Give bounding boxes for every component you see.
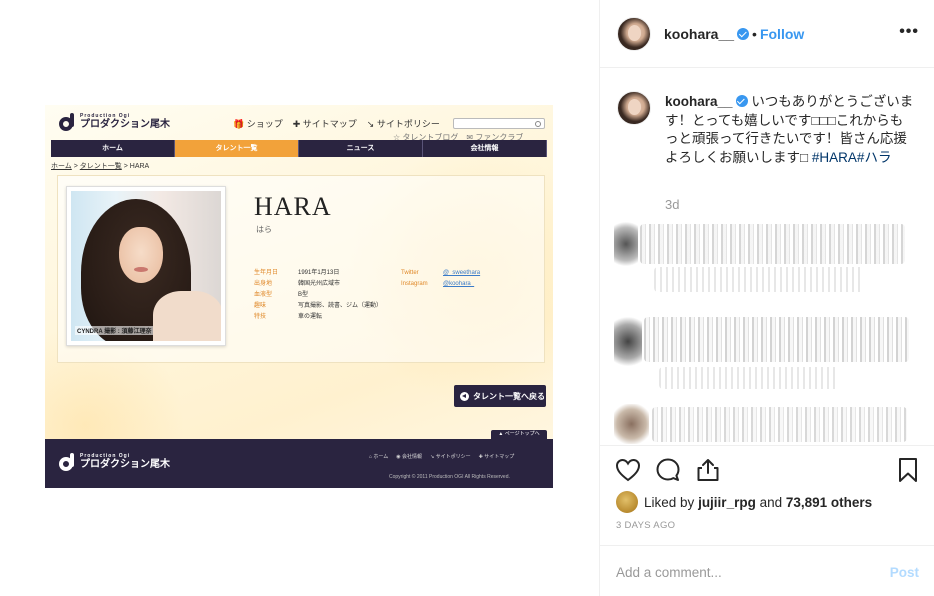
site-link-sitemap: ✚ サイトマップ — [292, 119, 357, 129]
logo-mark-icon — [59, 453, 77, 471]
heart-icon[interactable] — [614, 456, 642, 484]
verified-badge-icon — [737, 28, 750, 40]
likes-line: Liked by jujiir_rpg and 73,891 others — [616, 491, 872, 513]
post-side-panel: koohara__ • Follow ••• koohara__ いつもありがとうご… — [599, 0, 934, 596]
caption-age[interactable]: 3d — [665, 197, 679, 212]
site-link-policy: ↘ サイトポリシー — [366, 119, 440, 129]
talent-kana: はら — [256, 225, 272, 234]
site-nav-talents: タレント一覧 — [175, 140, 299, 157]
follow-button[interactable]: Follow — [760, 26, 804, 42]
site-nav-home: ホーム — [51, 140, 175, 157]
arrow-left-icon — [460, 391, 469, 401]
liker-avatar[interactable] — [616, 491, 638, 513]
header-user-line: koohara__ • Follow — [664, 26, 804, 42]
separator-dot: • — [752, 26, 757, 42]
caption-username[interactable]: koohara__ — [665, 94, 733, 109]
add-comment-bar: Add a comment... Post — [600, 545, 934, 596]
site-breadcrumb: ホーム > タレント一覧 > HARA — [51, 163, 150, 170]
footer-logo: Production Ogi プロダクション尾木 — [59, 453, 170, 471]
site-nav-news: ニュース — [299, 140, 423, 157]
share-icon[interactable] — [694, 456, 722, 484]
back-to-list-button: タレント一覧へ戻る — [454, 385, 546, 407]
site-link-shop: 🎁 ショップ — [233, 119, 283, 129]
site-top-links: 🎁 ショップ ✚ サイトマップ ↘ サイトポリシー — [233, 117, 440, 130]
username-link[interactable]: koohara__ — [664, 26, 734, 42]
site-logo: Production Ogi プロダクション尾木 — [59, 113, 170, 131]
site-footer: Production Ogi プロダクション尾木 ⌂ ホーム ◉ 会社情報 ↘ … — [45, 439, 553, 488]
avatar[interactable] — [617, 17, 651, 51]
post-timestamp[interactable]: 3 DAYS AGO — [616, 520, 675, 531]
obscured-comments — [614, 219, 914, 444]
site-nav-bar: ホーム タレント一覧 ニュース 会社情報 — [51, 140, 547, 157]
talent-profile-card: CYNDRA 撮影 : 須藤江理奈 HARA はら 生年月日 1991年1月13日… — [57, 175, 545, 363]
talent-name: HARA — [254, 192, 332, 221]
post-actions: Liked by jujiir_rpg and 73,891 others 3 … — [600, 445, 934, 596]
likes-count-link[interactable]: 73,891 others — [786, 495, 872, 510]
website-screenshot-image: Production Ogi プロダクション尾木 🎁 ショップ ✚ サイトマップ… — [45, 105, 553, 488]
post-caption: koohara__ いつもありがとうございます！とっても嬉しいです□□□これから… — [665, 93, 915, 167]
comment-icon[interactable] — [654, 456, 682, 484]
talent-photo: CYNDRA 撮影 : 須藤江理奈 — [66, 186, 226, 346]
logo-big-text: プロダクション尾木 — [80, 119, 170, 130]
caption-hashtags[interactable]: #HARA#ハラ — [812, 150, 892, 165]
comment-input[interactable]: Add a comment... — [616, 565, 722, 580]
photo-credit: CYNDRA 撮影 : 須藤江理奈 — [75, 326, 154, 335]
site-search-box — [453, 118, 545, 129]
post-header: koohara__ • Follow ••• — [600, 0, 934, 68]
logo-mark-icon — [59, 113, 77, 131]
liker-username[interactable]: jujiir_rpg — [698, 495, 756, 510]
verified-badge-icon — [735, 95, 748, 107]
footer-copyright: Copyright © 2011 Production OGI All Righ… — [389, 474, 510, 480]
talent-profile-table: 生年月日 1991年1月13日 出身地 韓国光州広域市 血液型 B型 趣味 写真撮影、読… — [254, 270, 383, 320]
page-top-tab: ▲ ページトップへ — [491, 430, 547, 439]
bookmark-icon[interactable] — [894, 456, 922, 484]
post-comment-button[interactable]: Post — [890, 565, 919, 580]
comments-area[interactable]: koohara__ いつもありがとうございます！とっても嬉しいです□□□これから… — [600, 69, 934, 444]
talent-sns-table: Twitter @_sweethara Instagram @koohara_ — [401, 270, 481, 287]
post-media[interactable]: Production Ogi プロダクション尾木 🎁 ショップ ✚ サイトマップ… — [0, 0, 599, 596]
site-nav-company: 会社情報 — [423, 140, 547, 157]
more-options-icon[interactable]: ••• — [899, 24, 919, 40]
footer-links: ⌂ ホーム ◉ 会社情報 ↘ サイトポリシー ✚ サイトマップ — [369, 454, 515, 460]
caption-avatar[interactable] — [617, 91, 651, 125]
